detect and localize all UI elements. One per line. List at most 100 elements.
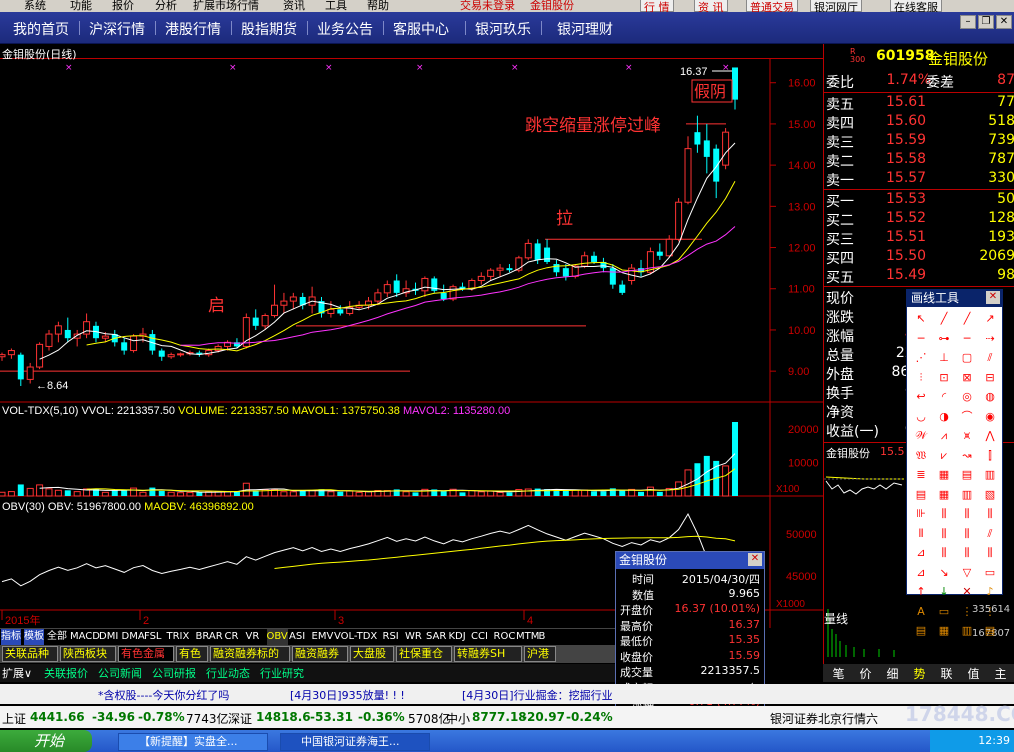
- candle[interactable]: [412, 282, 419, 295]
- draw-tool-icon[interactable]: ↘: [934, 564, 954, 582]
- detail-tab[interactable]: 笔: [827, 665, 850, 682]
- candle[interactable]: [431, 276, 438, 293]
- candle[interactable]: [713, 144, 720, 199]
- detail-tab[interactable]: 价: [854, 665, 877, 682]
- info-tab[interactable]: 公司研报: [152, 665, 196, 681]
- candle[interactable]: [121, 338, 128, 355]
- draw-tool-icon[interactable]: ▤: [911, 486, 931, 504]
- detail-tab[interactable]: 联: [935, 665, 958, 682]
- candle[interactable]: [7, 348, 15, 359]
- indicator-tab[interactable]: SAR: [426, 629, 446, 645]
- candle[interactable]: [318, 296, 325, 318]
- candle[interactable]: [544, 239, 551, 265]
- menu-item-ext-market[interactable]: 扩展市场行情: [193, 0, 259, 12]
- candle[interactable]: [17, 352, 24, 386]
- draw-tool-icon[interactable]: ⋮: [957, 603, 977, 621]
- candle[interactable]: [393, 274, 400, 297]
- candle[interactable]: [280, 292, 288, 314]
- indicator-tab[interactable]: CR: [225, 629, 239, 645]
- news-item[interactable]: *含权股----今天你分红了吗: [98, 687, 229, 703]
- sector-tab[interactable]: 关联品种: [2, 646, 58, 662]
- draw-tool-icon[interactable]: ⊠: [957, 369, 977, 387]
- candle[interactable]: [83, 313, 91, 339]
- candle[interactable]: [524, 239, 532, 260]
- draw-tool-icon[interactable]: ◍: [980, 388, 1000, 406]
- draw-tool-icon[interactable]: ▢: [957, 349, 977, 367]
- draw-tool-icon[interactable]: ▥: [957, 486, 977, 504]
- draw-tool-icon[interactable]: 𝔚: [911, 447, 931, 465]
- draw-tool-icon[interactable]: ⊿: [911, 564, 931, 582]
- candle[interactable]: [477, 272, 485, 285]
- draw-tool-icon[interactable]: ⩙: [957, 427, 977, 445]
- draw-tool-icon[interactable]: ⇢: [980, 330, 1000, 348]
- menu-item-analysis[interactable]: 分析: [155, 0, 177, 12]
- draw-tool-icon[interactable]: ▥: [980, 466, 1000, 484]
- draw-tool-icon[interactable]: ◎: [957, 388, 977, 406]
- candle[interactable]: [73, 329, 81, 347]
- detail-tab[interactable]: 主: [989, 665, 1012, 682]
- candle[interactable]: [177, 352, 185, 357]
- draw-tool-icon[interactable]: ─: [957, 330, 977, 348]
- candle[interactable]: [158, 348, 165, 361]
- draw-tool-icon[interactable]: ⌒: [957, 408, 977, 426]
- news-item[interactable]: [4月30日]行业掘金：挖掘行业: [462, 687, 613, 703]
- sz-label[interactable]: 深证: [228, 710, 252, 727]
- nav-yinhe-jiule[interactable]: 银河玖乐: [475, 19, 531, 39]
- indicator-tab[interactable]: WR: [405, 629, 422, 645]
- close-icon[interactable]: ✕: [996, 15, 1012, 29]
- quote-button[interactable]: 行 情: [640, 0, 674, 12]
- candle[interactable]: [722, 128, 730, 170]
- info-tab[interactable]: 行业动态: [206, 665, 250, 681]
- candle[interactable]: [0, 352, 6, 361]
- draw-tool-icon[interactable]: ⋰: [911, 349, 931, 367]
- sector-tab[interactable]: 大盘股: [350, 646, 394, 662]
- info-tab[interactable]: 行业研究: [260, 665, 304, 681]
- line-icon[interactable]: ╱: [934, 310, 954, 328]
- info-tab[interactable]: 公司新闻: [98, 665, 142, 681]
- candle[interactable]: [675, 198, 683, 242]
- login-status[interactable]: 交易未登录: [460, 0, 515, 12]
- candle[interactable]: [252, 309, 259, 330]
- draw-tool-icon[interactable]: ✕: [957, 583, 977, 601]
- draw-tool-icon[interactable]: ▤: [980, 622, 1000, 640]
- news-item[interactable]: [4月30日]935放量! ! !: [290, 687, 405, 703]
- draw-tool-icon[interactable]: ▽: [957, 564, 977, 582]
- draw-tool-icon[interactable]: ⩗: [934, 447, 954, 465]
- event-marker[interactable]: ×: [229, 63, 237, 73]
- sector-tab[interactable]: 转融券SH: [454, 646, 522, 662]
- menu-item-function[interactable]: 功能: [70, 0, 92, 12]
- sector-tab[interactable]: 有色金属: [118, 646, 174, 662]
- indicator-tab[interactable]: MTM: [516, 629, 539, 645]
- sector-tab[interactable]: 融资融券: [292, 646, 348, 662]
- draw-tool-icon[interactable]: ↑: [911, 583, 931, 601]
- candle[interactable]: [638, 259, 645, 277]
- indicator-tab[interactable]: MACD: [70, 629, 100, 645]
- draw-tool-icon[interactable]: ⫽: [980, 525, 1000, 543]
- indicator-tab[interactable]: CCI: [471, 629, 488, 645]
- candle[interactable]: [496, 264, 504, 277]
- sector-tab[interactable]: 社保重仓: [396, 646, 452, 662]
- sector-tab[interactable]: 陕西板块: [60, 646, 116, 662]
- draw-tool-icon[interactable]: ⊶: [934, 330, 954, 348]
- candle[interactable]: [562, 264, 569, 281]
- candle[interactable]: [506, 264, 513, 273]
- draw-tool-icon[interactable]: ⊪: [911, 505, 931, 523]
- candle[interactable]: [54, 321, 62, 343]
- candle[interactable]: [308, 286, 316, 314]
- draw-tool-icon[interactable]: ⊡: [934, 369, 954, 387]
- candle[interactable]: [36, 342, 44, 370]
- candle[interactable]: [581, 251, 589, 269]
- info-button[interactable]: 资 讯: [694, 0, 728, 12]
- indicator-tab[interactable]: VR: [246, 629, 260, 645]
- indicator-tab[interactable]: DMI: [99, 629, 118, 645]
- taskbar-item[interactable]: 中国银河证券海王...: [280, 733, 430, 751]
- draw-tool-icon[interactable]: ⩘: [934, 427, 954, 445]
- nav-service[interactable]: 客服中心: [393, 19, 449, 39]
- detail-tab[interactable]: 值: [962, 665, 985, 682]
- menu-item-quote[interactable]: 报价: [112, 0, 134, 12]
- draw-tool-icon[interactable]: ↝: [957, 447, 977, 465]
- indicator-tab[interactable]: ASI: [289, 629, 305, 645]
- candle[interactable]: [703, 123, 710, 174]
- indicator-tab[interactable]: VOL-TDX: [334, 629, 377, 645]
- draw-tool-icon[interactable]: ▦: [934, 486, 954, 504]
